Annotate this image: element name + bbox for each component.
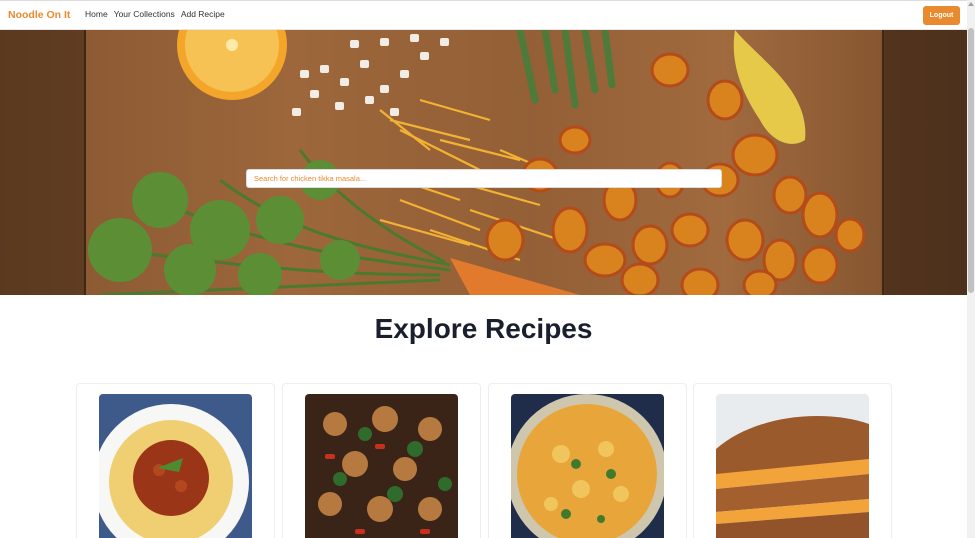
- hero-vegetables-image: [0, 30, 967, 295]
- recipe-card[interactable]: [282, 383, 481, 538]
- nav-link-home[interactable]: Home: [85, 9, 108, 19]
- navbar: Noodle On It Home Your Collections Add R…: [0, 0, 967, 30]
- nav-link-add-recipe[interactable]: Add Recipe: [181, 9, 225, 19]
- recipe-image-spaghetti[interactable]: [99, 394, 252, 538]
- logout-button[interactable]: Logout: [923, 6, 960, 25]
- page: Noodle On It Home Your Collections Add R…: [0, 0, 975, 538]
- search-input[interactable]: [246, 169, 722, 188]
- recipe-image-curry[interactable]: [511, 394, 664, 538]
- recipe-image-grilled-cheese[interactable]: [716, 394, 869, 538]
- recipe-image-stir-fry[interactable]: [305, 394, 458, 538]
- brand-logo[interactable]: Noodle On It: [8, 9, 70, 21]
- scrollbar-thumb[interactable]: [968, 28, 974, 293]
- recipe-card[interactable]: [693, 383, 892, 538]
- hero-banner: [0, 30, 967, 295]
- recipe-card[interactable]: [76, 383, 275, 538]
- recipe-card[interactable]: [488, 383, 687, 538]
- nav-link-your-collections[interactable]: Your Collections: [114, 9, 175, 19]
- scrollbar[interactable]: [967, 0, 975, 538]
- nav-links: Home Your Collections Add Recipe: [85, 9, 225, 19]
- section-title: Explore Recipes: [374, 313, 593, 344]
- scroll-up-arrow-icon[interactable]: [968, 2, 974, 6]
